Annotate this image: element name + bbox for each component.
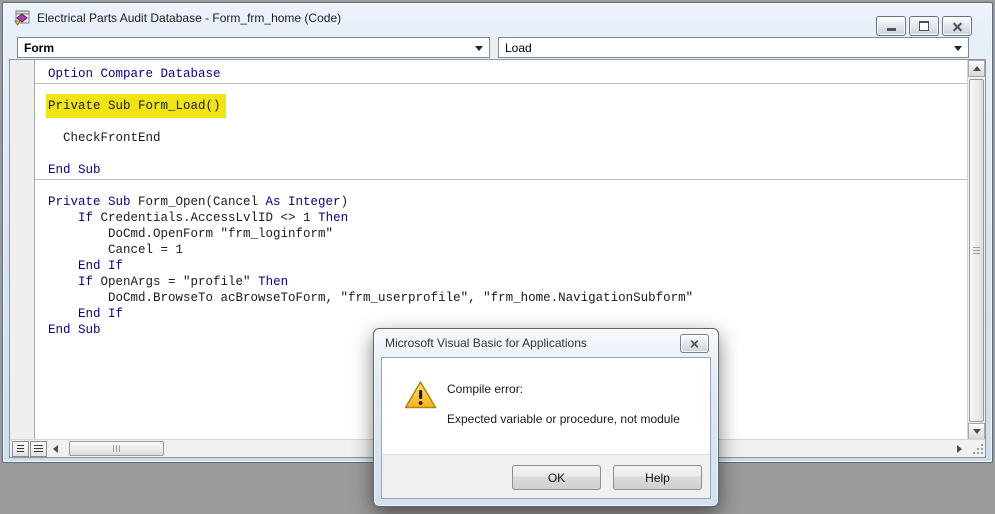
code-keyword: End Sub [48, 323, 101, 337]
execution-highlight: Private Sub Form_Load() [46, 94, 226, 118]
vertical-scroll-thumb[interactable] [969, 79, 984, 422]
help-button[interactable]: Help [613, 465, 702, 490]
close-button[interactable] [942, 16, 972, 36]
error-dialog: Microsoft Visual Basic for Applications [373, 328, 719, 507]
thumb-grip-icon [973, 246, 980, 255]
code-line: End Sub [48, 162, 968, 178]
window-title: Electrical Parts Audit Database - Form_f… [37, 11, 342, 25]
code-keyword: End If [78, 307, 124, 321]
code-text: Option Compare Database Private Sub Form… [35, 60, 968, 338]
procedure-separator [35, 83, 968, 84]
code-line: Private Sub Form_Load() [46, 94, 968, 118]
object-combobox[interactable]: Form [17, 37, 490, 58]
procedure-view-icon [17, 444, 24, 453]
close-icon [691, 340, 699, 348]
thumb-grip-icon [112, 445, 121, 452]
dialog-title: Microsoft Visual Basic for Applications [385, 336, 587, 350]
code-token: ) [340, 195, 349, 209]
close-icon [953, 22, 962, 31]
ok-button[interactable]: OK [512, 465, 601, 490]
code-token: DoCmd.BrowseTo acBrowseToForm, "frm_user… [48, 291, 694, 305]
full-module-view-icon [34, 444, 43, 453]
code-keyword: If [78, 211, 101, 225]
code-token: CheckFrontEnd [48, 131, 161, 145]
chevron-down-icon [475, 46, 483, 51]
arrow-right-icon [957, 444, 962, 453]
full-module-view-button[interactable] [30, 440, 47, 457]
code-line: End If [48, 306, 968, 322]
code-keyword: End Sub [48, 163, 101, 177]
minimize-button[interactable] [876, 16, 906, 36]
code-line: End If [48, 258, 968, 274]
scroll-down-button[interactable] [968, 423, 985, 440]
code-token: Credentials.AccessLvlID <> 1 [100, 211, 319, 225]
warning-icon [404, 381, 437, 409]
procedure-view-button[interactable] [12, 440, 29, 457]
dialog-message-area: Compile error: Expected variable or proc… [382, 358, 710, 454]
arrow-down-icon [972, 429, 981, 434]
code-line: Private Sub Form_Open(Cancel As Integer) [48, 194, 968, 210]
dialog-close-button[interactable] [680, 334, 709, 353]
code-keyword: End If [78, 259, 124, 273]
code-line: Option Compare Database [48, 66, 968, 82]
code-line: If Credentials.AccessLvlID <> 1 Then [48, 210, 968, 226]
error-title: Compile error: [447, 382, 524, 396]
horizontal-scroll-thumb[interactable] [69, 441, 164, 456]
code-keyword: Private Sub [48, 195, 139, 209]
procedure-combobox-value: Load [505, 40, 532, 55]
object-combobox-value: Form [24, 40, 54, 55]
procedure-separator [35, 179, 968, 180]
minimize-icon [886, 27, 896, 31]
code-keyword: Option Compare Database [48, 67, 221, 81]
code-token: Form_Open(Cancel [138, 195, 266, 209]
arrow-left-icon [53, 444, 58, 453]
code-line: Cancel = 1 [48, 242, 968, 258]
code-token: Private Sub Form_Load() [48, 99, 221, 113]
code-keyword: Then [318, 211, 349, 225]
resize-grip-icon[interactable] [971, 442, 983, 454]
scroll-up-button[interactable] [968, 60, 985, 77]
procedure-combobox[interactable]: Load [498, 37, 969, 58]
vertical-scrollbar[interactable] [967, 60, 985, 440]
code-keyword: If [78, 275, 101, 289]
code-token: Cancel = 1 [48, 243, 184, 257]
code-token: OpenArgs = "profile" [100, 275, 259, 289]
error-message: Expected variable or procedure, not modu… [447, 412, 680, 426]
form-code-icon [14, 10, 30, 26]
code-keyword: As Integer [265, 195, 341, 209]
restore-button[interactable] [909, 16, 939, 36]
code-line: DoCmd.BrowseTo acBrowseToForm, "frm_user… [48, 290, 968, 306]
scroll-right-button[interactable] [951, 440, 968, 457]
window-titlebar[interactable]: Electrical Parts Audit Database - Form_f… [3, 3, 992, 36]
chevron-down-icon [954, 46, 962, 51]
code-token: DoCmd.OpenForm "frm_loginform" [48, 227, 334, 241]
code-line: DoCmd.OpenForm "frm_loginform" [48, 226, 968, 242]
dialog-footer: OK Help [382, 454, 710, 498]
code-keyword: Then [258, 275, 289, 289]
dialog-titlebar[interactable]: Microsoft Visual Basic for Applications [374, 329, 718, 357]
dialog-client-area: Compile error: Expected variable or proc… [381, 357, 711, 499]
restore-icon [919, 21, 929, 31]
scroll-left-button[interactable] [48, 440, 63, 457]
code-line: If OpenArgs = "profile" Then [48, 274, 968, 290]
arrow-up-icon [972, 66, 981, 71]
code-line: CheckFrontEnd [48, 130, 968, 146]
indicator-margin[interactable] [10, 60, 35, 440]
